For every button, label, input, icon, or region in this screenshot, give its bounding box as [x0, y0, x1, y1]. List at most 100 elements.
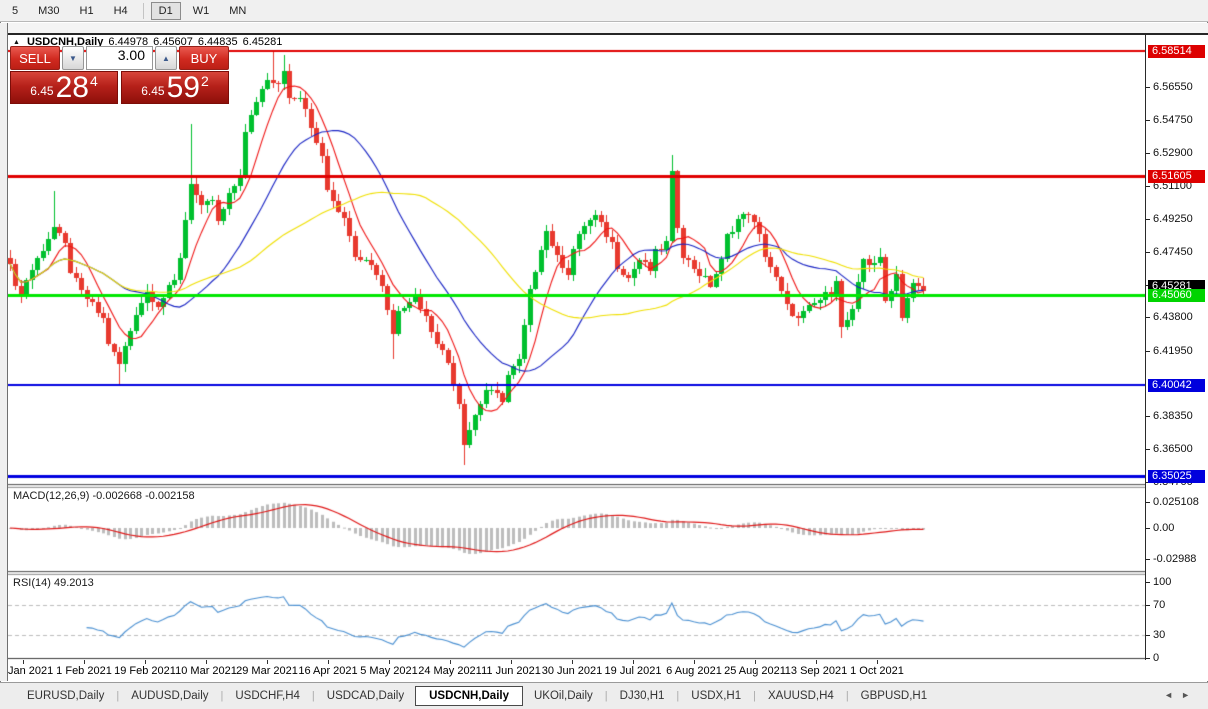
price-line-badge-blue: 6.35025 — [1148, 470, 1205, 483]
axis-tick-mark — [1146, 219, 1150, 220]
axis-tick-mark — [1146, 502, 1150, 503]
axis-tick-mark — [1146, 605, 1150, 606]
axis-tick-mark — [1146, 528, 1150, 529]
axis-tick-mark — [1146, 351, 1150, 352]
date-tick-mark — [511, 660, 512, 664]
timeframe-button-d1[interactable]: D1 — [151, 2, 181, 20]
chart-top-frame — [8, 33, 1208, 35]
price-tick: 6.38350 — [1153, 410, 1193, 423]
date-label: 16 Apr 2021 — [298, 665, 357, 677]
price-axis[interactable]: 6.565506.547506.529006.511006.492506.474… — [1145, 33, 1208, 660]
axis-tick-mark — [1146, 416, 1150, 417]
timeframe-button-h1[interactable]: H1 — [72, 2, 102, 20]
timeframe-button-5[interactable]: 5 — [4, 2, 26, 20]
date-tick-mark — [572, 660, 573, 664]
rsi-axis-tick: 100 — [1153, 576, 1171, 589]
date-label: 25 Aug 2021 — [724, 665, 786, 677]
chart-tab-eurusd[interactable]: EURUSD,Daily — [16, 687, 115, 705]
collapse-arrow-icon[interactable]: ▲ — [13, 39, 20, 46]
date-label: 10 Mar 2021 — [175, 665, 237, 677]
rsi-label: RSI(14) 49.2013 — [13, 577, 94, 589]
date-label: 1 Oct 2021 — [850, 665, 904, 677]
price-tick: 6.52900 — [1153, 147, 1193, 160]
chart-tab-audusd[interactable]: AUDUSD,Daily — [120, 687, 219, 705]
volume-increase-button[interactable]: ▲ — [155, 46, 177, 70]
date-label: 11 Jun 2021 — [481, 665, 541, 677]
price-tick: 6.41950 — [1153, 345, 1193, 358]
macd-label: MACD(12,26,9) -0.002668 -0.002158 — [13, 490, 195, 502]
macd-value-2: -0.002158 — [145, 490, 195, 502]
axis-tick-mark — [1146, 449, 1150, 450]
chart-tab-usdcad[interactable]: USDCAD,Daily — [316, 687, 415, 705]
date-tick-mark — [694, 660, 695, 664]
axis-tick-mark — [1146, 635, 1150, 636]
date-tick-mark — [267, 660, 268, 664]
price-line-badge-red: 6.58514 — [1148, 45, 1205, 58]
axis-tick-mark — [1146, 186, 1150, 187]
date-label: 1 Feb 2021 — [56, 665, 112, 677]
date-label: 5 May 2021 — [360, 665, 417, 677]
axis-tick-mark — [1146, 87, 1150, 88]
rsi-axis-tick: 70 — [1153, 599, 1165, 612]
rsi-axis-tick: 30 — [1153, 629, 1165, 642]
date-label: 19 Jul 2021 — [605, 665, 662, 677]
axis-tick-mark — [1146, 658, 1150, 659]
date-label: 30 Jun 2021 — [542, 665, 603, 677]
chart-tab-gbpusd[interactable]: GBPUSD,H1 — [850, 687, 938, 705]
tab-scroll-arrows[interactable]: ◄► — [1164, 690, 1198, 700]
price-line-badge-green: 6.45060 — [1148, 289, 1205, 302]
chart-tab-bar: EURUSD,Daily|AUDUSD,Daily|USDCHF,H4|USDC… — [0, 682, 1208, 709]
price-tick: 6.56550 — [1153, 81, 1193, 94]
tab-separator: | — [753, 690, 756, 702]
date-label: 6 Aug 2021 — [666, 665, 722, 677]
timeframe-button-m30[interactable]: M30 — [30, 2, 67, 20]
axis-tick-mark — [1146, 582, 1150, 583]
sell-button[interactable]: SELL — [10, 46, 60, 70]
price-tick: 6.54750 — [1153, 114, 1193, 127]
sell-price-prefix: 6.45 — [30, 84, 53, 98]
chart-tab-ukoil[interactable]: UKOil,Daily — [523, 687, 604, 705]
date-axis[interactable]: 13 Jan 20211 Feb 202119 Feb 202110 Mar 2… — [8, 660, 1208, 681]
price-tick: 6.49250 — [1153, 213, 1193, 226]
tab-separator: | — [846, 690, 849, 702]
tab-separator: | — [312, 690, 315, 702]
date-label: 29 Mar 2021 — [236, 665, 298, 677]
chart-tab-usdx[interactable]: USDX,H1 — [680, 687, 752, 705]
timeframe-button-mn[interactable]: MN — [221, 2, 254, 20]
chart-tab-usdcnh[interactable]: USDCNH,Daily — [415, 686, 523, 706]
price-line-badge-red: 6.51605 — [1148, 170, 1205, 183]
price-chart-canvas[interactable] — [8, 35, 1145, 660]
volume-decrease-button[interactable]: ▼ — [62, 46, 84, 70]
price-line-badge-blue: 6.40042 — [1148, 379, 1205, 392]
toolbar-gap — [0, 23, 1208, 33]
chart-tab-xauusd[interactable]: XAUUSD,H4 — [757, 687, 845, 705]
timeframe-button-h4[interactable]: H4 — [106, 2, 136, 20]
axis-tick-mark — [1146, 252, 1150, 253]
axis-tick-mark — [1146, 120, 1150, 121]
rsi-value: 49.2013 — [54, 577, 94, 589]
left-gutter — [0, 23, 8, 681]
chart-tab-dj30[interactable]: DJ30,H1 — [609, 687, 676, 705]
date-tick-mark — [450, 660, 451, 664]
date-tick-mark — [633, 660, 634, 664]
volume-input[interactable]: 3.00 — [86, 46, 153, 70]
tab-separator: | — [116, 690, 119, 702]
rsi-axis-tick: 0 — [1153, 652, 1159, 665]
date-tick-mark — [84, 660, 85, 664]
macd-axis-tick: 0.025108 — [1153, 496, 1199, 509]
date-label: 24 May 2021 — [418, 665, 482, 677]
chart-tab-usdchf[interactable]: USDCHF,H4 — [224, 687, 311, 705]
price-tick: 6.36500 — [1153, 443, 1193, 456]
toolbar-separator — [143, 3, 144, 19]
price-tick: 6.43800 — [1153, 311, 1193, 324]
date-tick-mark — [755, 660, 756, 664]
price-tick: 6.47450 — [1153, 246, 1193, 259]
tab-separator: | — [676, 690, 679, 702]
date-tick-mark — [328, 660, 329, 664]
sell-price-box[interactable]: 6.45 28 4 — [10, 71, 118, 104]
timeframe-button-w1[interactable]: W1 — [185, 2, 218, 20]
buy-price-box[interactable]: 6.45 59 2 — [121, 71, 229, 104]
axis-tick-mark — [1146, 317, 1150, 318]
axis-tick-mark — [1146, 559, 1150, 560]
buy-button[interactable]: BUY — [179, 46, 229, 70]
